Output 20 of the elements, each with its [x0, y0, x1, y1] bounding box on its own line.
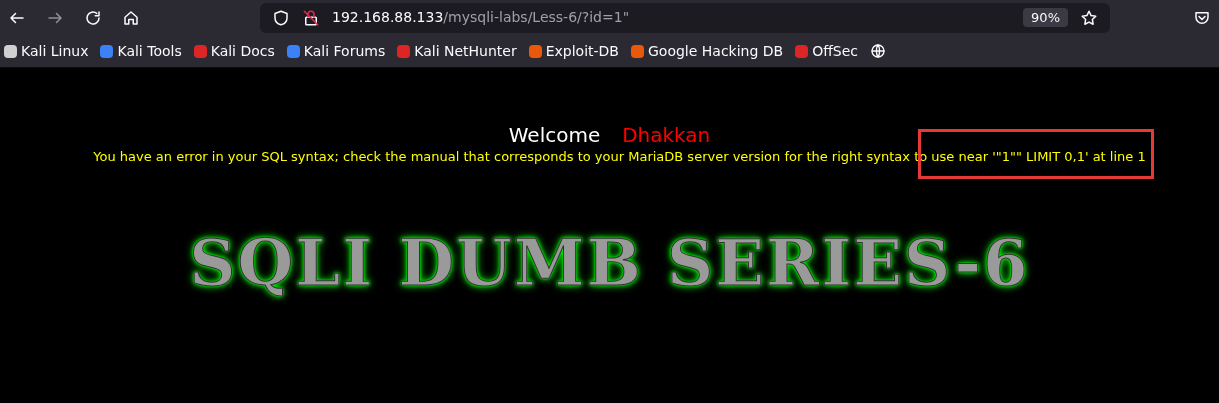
lock-crossed-icon[interactable] [302, 8, 320, 27]
zoom-level[interactable]: 90% [1023, 7, 1068, 28]
bookmark-item[interactable]: Kali NetHunter [397, 40, 517, 62]
reload-icon[interactable] [84, 8, 102, 27]
bookmark-item[interactable]: Kali Forums [286, 40, 386, 62]
bookmark-item[interactable]: Kali Linux [4, 40, 89, 62]
home-icon[interactable] [122, 8, 140, 27]
bookmark-item[interactable]: Kali Docs [193, 40, 275, 62]
globe-icon[interactable] [870, 43, 887, 59]
user-name: Dhakkan [622, 123, 711, 147]
bookmark-item[interactable]: Exploit-DB [528, 40, 619, 62]
url-text[interactable]: 192.168.88.133/mysqli-labs/Less-6/?id=1" [332, 7, 630, 28]
bookmark-item[interactable]: Kali Tools [100, 40, 182, 62]
bookmark-item[interactable]: Google Hacking DB [631, 40, 784, 62]
banner-title: SQLI DUMB SERIES-6 [189, 223, 1030, 302]
welcome-text: Welcome [508, 123, 601, 147]
star-icon[interactable] [1080, 8, 1098, 27]
address-bar[interactable]: 192.168.88.133/mysqli-labs/Less-6/?id=1" 90% [260, 2, 1110, 33]
bookmark-item[interactable]: OffSec [795, 40, 859, 62]
shield-icon[interactable] [272, 8, 290, 27]
